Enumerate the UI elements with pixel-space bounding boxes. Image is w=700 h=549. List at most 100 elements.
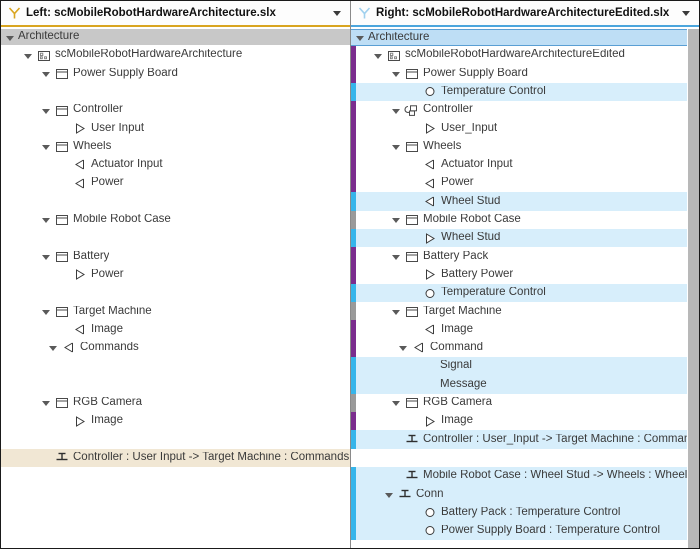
tree-row[interactable]: Power	[1, 266, 350, 284]
expand-collapse-caret-icon[interactable]	[384, 489, 395, 500]
change-marker-cyan	[351, 467, 356, 485]
tree-row[interactable]: Mobile Robot Case : Wheel Stud -> Wheels…	[351, 467, 699, 485]
tree-row-label: Conn	[416, 489, 444, 501]
tree-row-label: Temperature Control	[441, 287, 546, 299]
tree-row[interactable]: Image	[351, 412, 699, 430]
tree-row[interactable]: Power	[351, 174, 699, 192]
connector-icon	[397, 487, 412, 501]
expand-collapse-caret-icon[interactable]	[391, 105, 402, 116]
tree-row[interactable]: Controller : User Input -> Target Machin…	[1, 449, 350, 467]
tree-row[interactable]: Actuator Input	[351, 156, 699, 174]
tree-row-label: Battery	[73, 251, 109, 263]
tree-row-label: Command	[430, 342, 483, 354]
twisty-placeholder	[409, 269, 420, 280]
tree-row[interactable]: Wheel Stud	[351, 192, 699, 210]
tree-row-label: User_Input	[441, 123, 497, 135]
right-tree[interactable]: ArchitecturescMobileRobotHardwareArchite…	[351, 29, 699, 548]
simulink-y-icon	[358, 6, 371, 20]
tree-row[interactable]: Battery Pack : Temperature Control	[351, 503, 699, 521]
change-marker-purple	[351, 412, 356, 430]
tree-row-label: Mobile Robot Case	[73, 214, 171, 226]
tree-row[interactable]: User_Input	[351, 119, 699, 137]
expand-collapse-caret-icon[interactable]	[391, 141, 402, 152]
output-port-icon	[72, 176, 87, 190]
tree-row[interactable]: Temperature Control	[351, 284, 699, 302]
expand-collapse-caret-icon[interactable]	[41, 397, 52, 408]
tree-row[interactable]: User Input	[1, 119, 350, 137]
input-port-icon	[72, 268, 87, 282]
tree-row[interactable]: Power Supply Board	[351, 64, 699, 82]
tree-row[interactable]: Power	[1, 174, 350, 192]
tree-row[interactable]: Controller	[351, 101, 699, 119]
tree-row[interactable]: Actuator Input	[1, 156, 350, 174]
model-comparison-window: Left: scMobileRobotHardwareArchitecture.…	[0, 0, 700, 549]
input-port-icon	[422, 268, 437, 282]
tree-row[interactable]: Message	[351, 375, 699, 393]
tree-row[interactable]: scMobileRobotHardwareArchitectureEdited	[351, 46, 699, 64]
expand-collapse-caret-icon[interactable]	[391, 397, 402, 408]
tree-row[interactable]: Wheels	[351, 137, 699, 155]
expand-collapse-caret-icon[interactable]	[398, 342, 409, 353]
tree-row[interactable]: Signal	[351, 357, 699, 375]
tree-row[interactable]: Architecture	[351, 29, 699, 46]
tree-row[interactable]: Battery Pack	[351, 247, 699, 265]
tree-row[interactable]: Target Machine	[1, 302, 350, 320]
left-tree[interactable]: ArchitecturescMobileRobotHardwareArchite…	[1, 29, 350, 548]
input-port-icon	[72, 414, 87, 428]
change-marker-purple	[351, 119, 356, 137]
tree-row-label: Image	[91, 324, 123, 336]
tree-row[interactable]: Power Supply Board : Temperature Control	[351, 522, 699, 540]
tree-row[interactable]: Target Machine	[351, 302, 699, 320]
expand-collapse-caret-icon[interactable]	[373, 50, 384, 61]
tree-row-label: Wheel Stud	[441, 232, 500, 244]
tree-row[interactable]: Controller	[1, 101, 350, 119]
tree-row[interactable]: RGB Camera	[351, 394, 699, 412]
tree-row[interactable]: Conn	[351, 485, 699, 503]
expand-collapse-caret-icon[interactable]	[41, 306, 52, 317]
expand-collapse-caret-icon[interactable]	[391, 68, 402, 79]
expand-collapse-caret-icon[interactable]	[391, 214, 402, 225]
expand-collapse-caret-icon[interactable]	[41, 105, 52, 116]
tree-row[interactable]: Commands	[1, 339, 350, 357]
tree-row-label: Controller : User Input -> Target Machin…	[73, 452, 349, 464]
change-marker-cyan	[351, 357, 356, 375]
tree-row[interactable]: Mobile Robot Case	[1, 211, 350, 229]
expand-collapse-caret-icon[interactable]	[391, 306, 402, 317]
tree-row[interactable]: Mobile Robot Case	[351, 211, 699, 229]
tree-row[interactable]: Image	[1, 320, 350, 338]
tree-row[interactable]: Wheel Stud	[351, 229, 699, 247]
twisty-placeholder	[427, 361, 438, 372]
expand-collapse-caret-icon[interactable]	[41, 214, 52, 225]
tree-row[interactable]: Image	[1, 412, 350, 430]
tree-row-label: Battery Pack	[423, 251, 488, 263]
output-port-icon	[422, 323, 437, 337]
expand-collapse-caret-icon[interactable]	[48, 342, 59, 353]
expand-collapse-caret-icon[interactable]	[5, 32, 16, 43]
vertical-scrollbar[interactable]	[687, 29, 699, 548]
expand-collapse-caret-icon[interactable]	[41, 141, 52, 152]
tree-row[interactable]: Battery Power	[351, 266, 699, 284]
expand-collapse-caret-icon[interactable]	[23, 50, 34, 61]
tree-row[interactable]: scMobileRobotHardwareArchitecture	[1, 46, 350, 64]
tree-row[interactable]: Temperature Control	[351, 83, 699, 101]
expand-collapse-caret-icon[interactable]	[41, 68, 52, 79]
tree-row[interactable]: Power Supply Board	[1, 64, 350, 82]
chevron-down-icon[interactable]	[682, 11, 690, 16]
tree-row-label: Wheels	[423, 141, 461, 153]
tree-row[interactable]: Architecture	[1, 29, 350, 46]
expand-collapse-caret-icon[interactable]	[41, 251, 52, 262]
tree-row[interactable]: Battery	[1, 247, 350, 265]
left-pane: Left: scMobileRobotHardwareArchitecture.…	[1, 1, 350, 548]
output-port-icon	[72, 158, 87, 172]
tree-row[interactable]: Wheels	[1, 137, 350, 155]
expand-collapse-caret-icon[interactable]	[391, 251, 402, 262]
tree-row[interactable]: RGB Camera	[1, 394, 350, 412]
tree-row[interactable]: Controller : User_Input -> Target Machin…	[351, 430, 699, 448]
tree-row[interactable]: Command	[351, 339, 699, 357]
tree-row[interactable]: Image	[351, 320, 699, 338]
chevron-down-icon[interactable]	[333, 11, 341, 16]
tree-row-spacer	[1, 284, 350, 302]
expand-collapse-caret-icon[interactable]	[355, 32, 366, 43]
physical-port-icon	[422, 85, 437, 99]
twisty-placeholder	[59, 178, 70, 189]
